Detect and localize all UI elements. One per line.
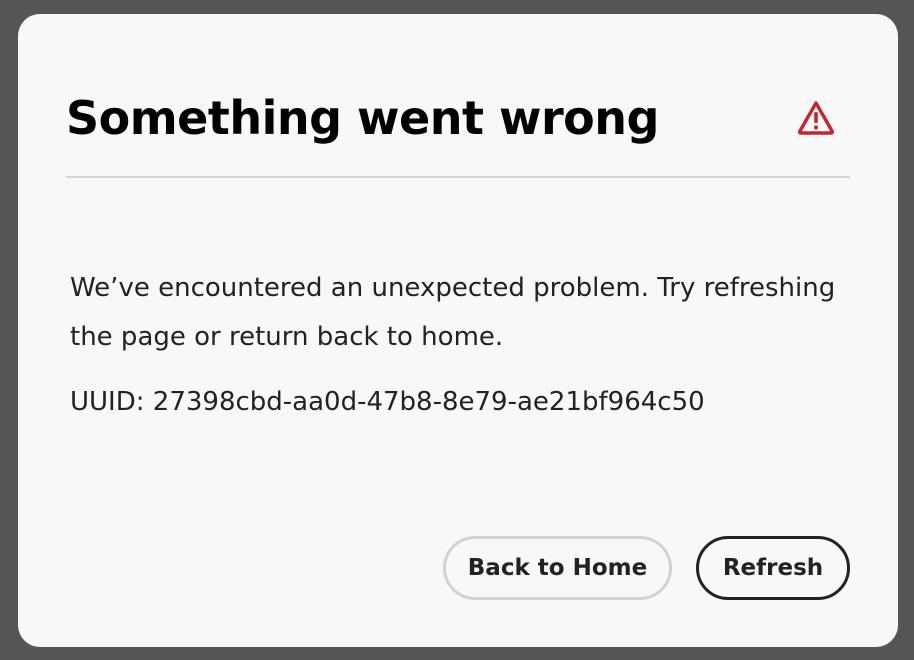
error-uuid: UUID: 27398cbd-aa0d-47b8-8e79-ae21bf964c… [70,387,705,417]
error-dialog: Something went wrong We’ve encountered a… [18,14,898,647]
error-message: We’ve encountered an unexpected problem.… [70,273,836,352]
alert-triangle-icon [797,101,835,135]
dialog-header: Something went wrong [66,84,850,178]
refresh-button[interactable]: Refresh [696,536,850,600]
dialog-title: Something went wrong [66,91,659,145]
back-to-home-button[interactable]: Back to Home [443,536,672,600]
